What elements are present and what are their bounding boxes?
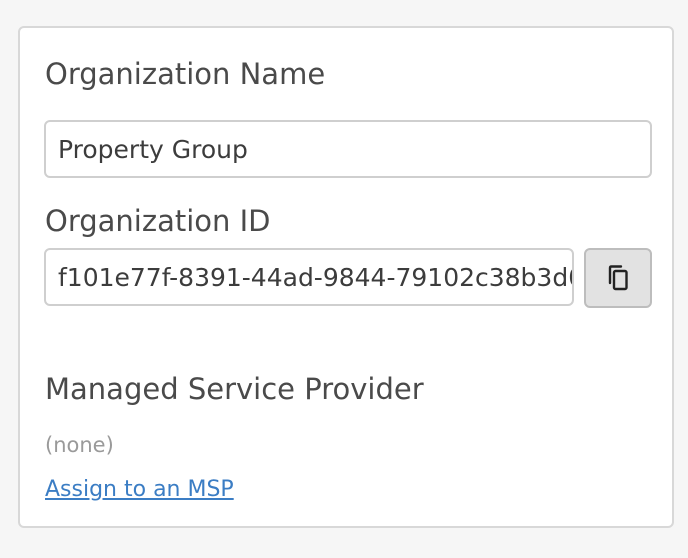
msp-value: (none) [45, 433, 114, 457]
organization-name-input[interactable]: Property Group [44, 120, 652, 178]
organization-name-label: Organization Name [45, 57, 326, 91]
copy-icon [608, 265, 628, 291]
organization-details-card: Organization Name Property Group Organiz… [18, 26, 674, 528]
msp-label: Managed Service Provider [45, 372, 424, 406]
organization-id-field[interactable]: f101e77f-8391-44ad-9844-79102c38b3d0 [44, 248, 574, 306]
copy-organization-id-button[interactable] [584, 248, 652, 308]
organization-id-label: Organization ID [45, 204, 271, 238]
assign-msp-link[interactable]: Assign to an MSP [45, 477, 234, 502]
